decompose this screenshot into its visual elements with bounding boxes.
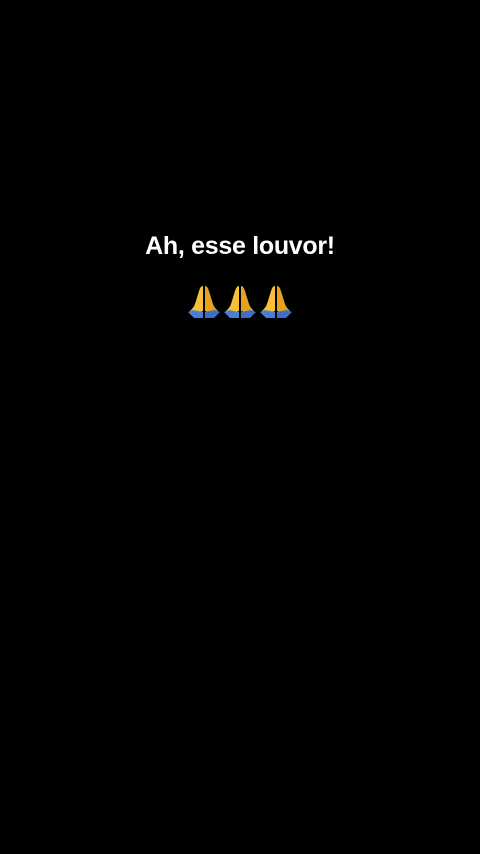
video-frame: Ah, esse louvor!	[0, 0, 480, 854]
folded-hands-icon	[224, 286, 256, 318]
folded-hands-icon	[188, 286, 220, 318]
caption-text: Ah, esse louvor!	[145, 232, 335, 260]
folded-hands-icon	[260, 286, 292, 318]
emoji-row	[0, 284, 480, 320]
